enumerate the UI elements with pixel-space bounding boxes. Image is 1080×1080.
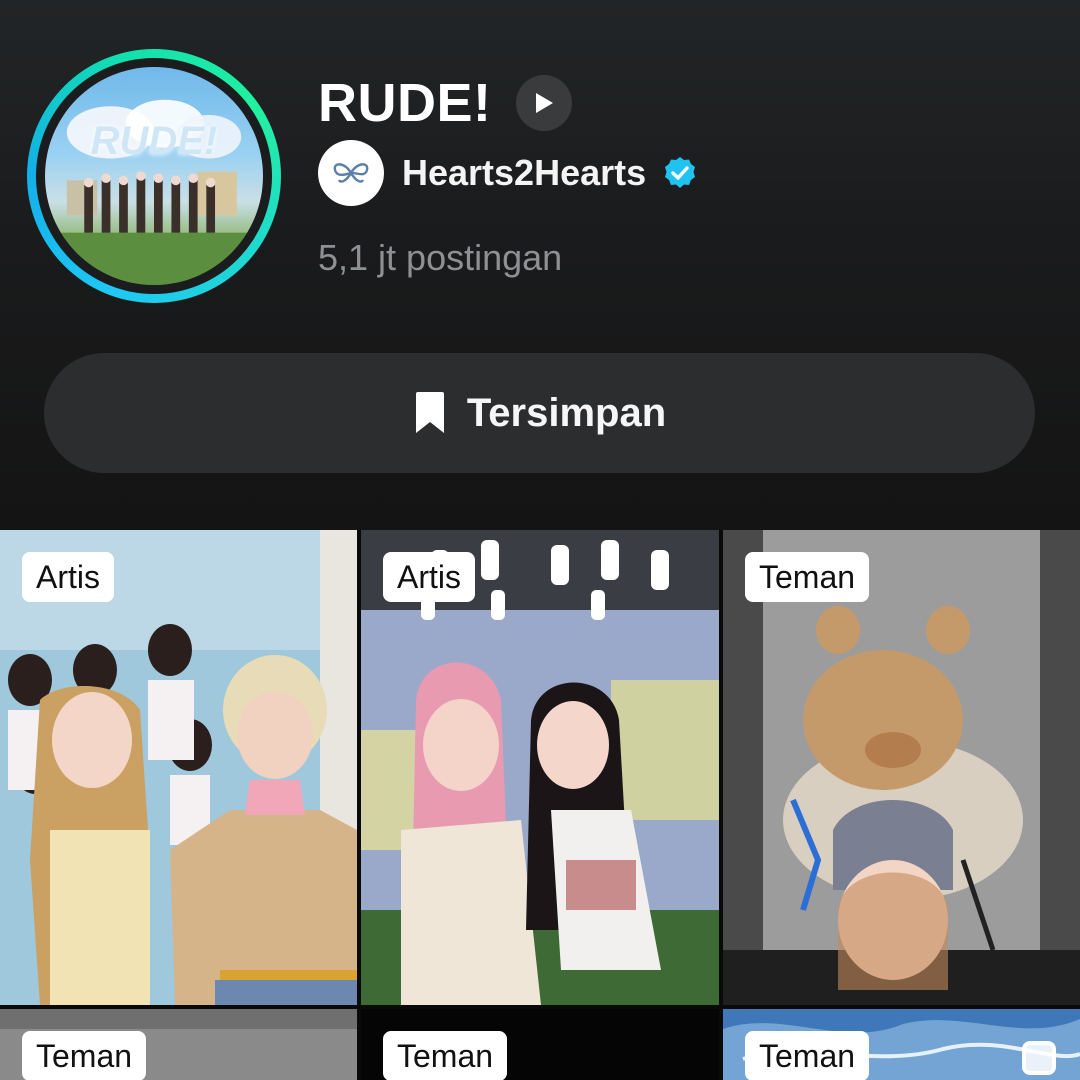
video-thumbnail[interactable]: Artis: [0, 530, 357, 1005]
video-thumbnail[interactable]: Teman: [723, 1009, 1080, 1080]
playlist-cover[interactable]: RUDE!: [27, 49, 281, 303]
artist-avatar: [318, 140, 384, 206]
video-thumbnail[interactable]: Teman: [723, 530, 1080, 1005]
checkbox-icon[interactable]: [1022, 1041, 1056, 1075]
video-thumbnail[interactable]: Artis: [361, 530, 719, 1005]
play-button[interactable]: [515, 75, 572, 131]
category-tag: Artis: [22, 552, 114, 602]
category-tag: Teman: [745, 1031, 870, 1080]
video-thumbnail[interactable]: Teman: [361, 1009, 719, 1080]
category-tag: Artis: [383, 552, 475, 602]
artist-link[interactable]: Hearts2Hearts: [318, 140, 698, 206]
hearts2hearts-logo-icon: [333, 163, 369, 183]
cover-image: RUDE!: [45, 67, 263, 285]
category-tag: Teman: [383, 1031, 508, 1080]
category-tag: Teman: [22, 1031, 147, 1080]
cover-text: RUDE!: [90, 119, 218, 164]
playlist-title: RUDE!: [318, 73, 492, 133]
video-grid: Artis Artis Teman Teman Teman Teman: [0, 530, 1080, 1080]
saved-button[interactable]: Tersimpan: [44, 353, 1035, 473]
saved-label: Tersimpan: [466, 390, 667, 435]
video-thumbnail[interactable]: Teman: [0, 1009, 357, 1080]
play-icon: [535, 93, 553, 113]
artist-name: Hearts2Hearts: [402, 152, 647, 193]
bookmark-icon: [415, 392, 444, 433]
verified-badge-icon: [665, 157, 696, 188]
playlist-header: RUDE! RUDE! Hearts2Hearts 5,1 jt posting…: [0, 0, 1080, 530]
category-tag: Teman: [745, 552, 870, 602]
post-count: 5,1 jt postingan: [318, 237, 563, 278]
